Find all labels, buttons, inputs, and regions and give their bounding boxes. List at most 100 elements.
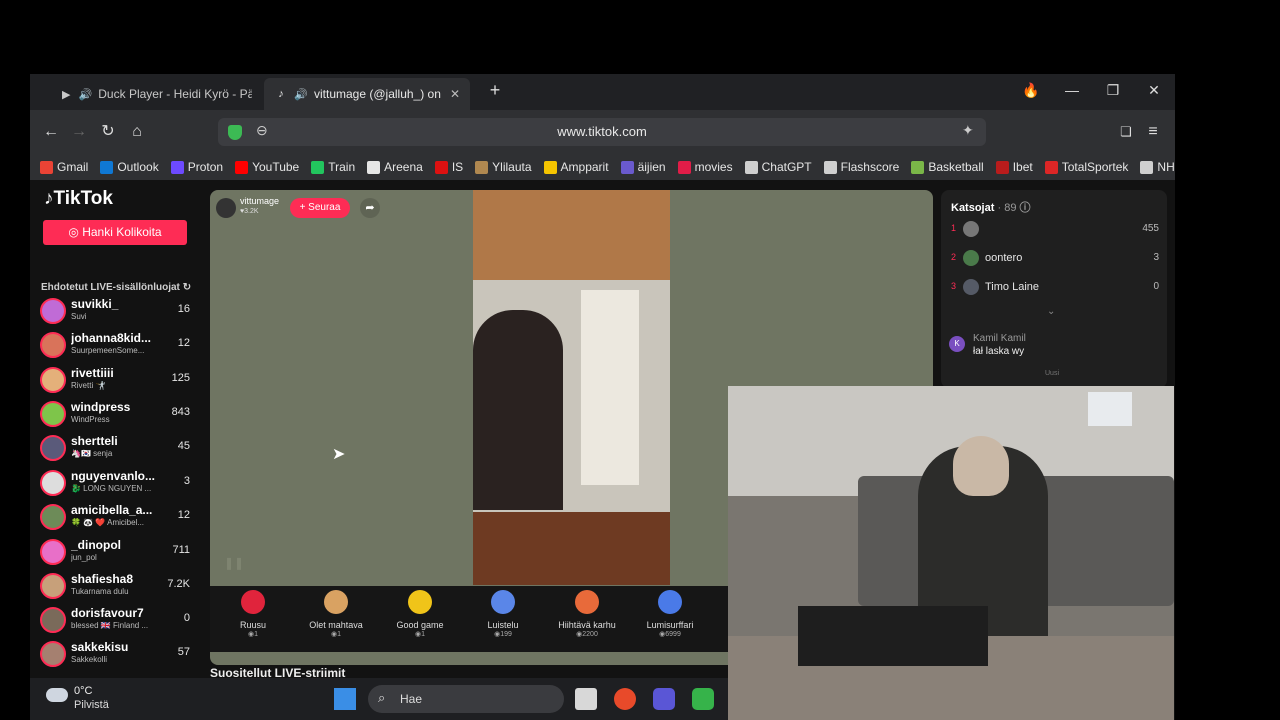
home-icon[interactable]: ⌂ [127,122,147,142]
close-tab-icon[interactable]: ✕ [450,87,460,101]
duck-player-icon: ▶ [62,88,71,101]
gift-item[interactable]: Hiihtävä karhu ◉2200 [547,590,627,638]
creator-item[interactable]: johanna8kid... SuurpemeenSome... 12 [38,329,194,361]
creator-item[interactable]: shertteli 🦄🇰🇷 senja 45 [38,432,194,464]
avatar [40,401,66,427]
creator-item[interactable]: rivettiiii Rivetti 🤺 125 [38,364,194,396]
back-button[interactable]: ← [41,122,61,142]
creator-item[interactable]: sakkekisu Sakkekolli 57 [38,638,194,670]
video-person [473,310,563,510]
bookmark-areena[interactable]: Areena [367,160,423,174]
creator-item[interactable]: dorisfavour7 blessed 🇬🇧 Finland ... 0 [38,604,194,636]
viewers-panel: Katsojat · 89 ⓘ 1 455 2 oontero 3 3 Timo Lai… [941,190,1167,388]
stats-app-icon[interactable] [692,688,714,710]
bookmark-ibet[interactable]: Ibet [995,160,1033,174]
bookmark-label: NHL [1157,160,1175,174]
viewer-name: oontero [985,252,1023,264]
webcam-face [953,436,1009,496]
areena-icon [367,160,381,174]
bookmark-proton[interactable]: Proton [170,160,223,174]
ski-bear-icon [575,590,599,614]
chevron-down-icon[interactable]: ⌄ [1047,306,1055,317]
tiktok-logo[interactable]: ♪TikTok [44,188,113,210]
close-window-button[interactable]: ✕ [1144,82,1164,99]
extensions-icon[interactable]: ❏ [1116,122,1136,142]
viewers-title-text: Katsojat [951,202,995,214]
share-icon[interactable]: ➦ [360,198,380,218]
gift-price: ◉2200 [576,631,598,638]
bookmark-basketball[interactable]: Basketball [911,160,984,174]
bookmark-youtube[interactable]: YouTube [235,160,299,174]
ai-chat-icon[interactable]: ✦ [962,122,974,139]
url-text: www.tiktok.com [557,124,647,139]
bookmark-ylilauta[interactable]: Ylilauta [475,160,532,174]
outlook-icon [100,160,114,174]
bookmark-ampparit[interactable]: Ampparit [543,160,609,174]
gift-item[interactable]: Luistelu ◉199 [463,590,543,638]
bookmark-label: Ibet [1012,160,1033,174]
viewer-count: 843 [171,406,190,418]
file-explorer-icon[interactable] [575,688,597,710]
tab-tiktok-live[interactable]: ♪ 🔊 vittumage (@jalluh_) on LIV ✕ [264,78,470,110]
taskbar-search[interactable]: ⌕ Hae [368,685,564,713]
search-icon: ⌕ [378,690,386,705]
host-name[interactable]: vittumage [240,196,279,206]
viewer-row[interactable]: 2 oontero 3 [951,248,1159,268]
bookmark-label: TotalSportek [1061,160,1129,174]
chrome-icon[interactable] [614,688,636,710]
obs-icon[interactable] [653,688,675,710]
gift-item[interactable]: Ruusu ◉1 [213,590,293,638]
bookmark-movies[interactable]: movies [677,160,733,174]
bookmark-outlook[interactable]: Outlook [100,160,159,174]
creator-item[interactable]: amicibella_a... 🍀 🐼 ❤️ Amicibel... 12 [38,501,194,533]
minimize-button[interactable]: — [1062,82,1082,98]
forward-button[interactable]: → [69,122,89,142]
creator-item[interactable]: shafiesha8 Tukarnama dulu 7.2K [38,570,194,602]
reload-button[interactable]: ↻ [98,122,118,142]
tab-duck-player[interactable]: ▶ 🔊 Duck Player - Heidi Kyrö - Päivä [50,78,262,110]
bookmark-gmail[interactable]: Gmail [40,160,88,174]
menu-icon[interactable]: ≡ [1143,122,1163,142]
viewer-row[interactable]: 1 455 [951,219,1159,239]
viewer-name: Timo Laine [985,281,1040,293]
fire-icon[interactable]: 🔥 [1021,82,1041,99]
creator-name: nguyenvanlo... [71,469,156,483]
viewer-rank: 3 [951,281,957,291]
bookmark-label: Ylilauta [492,160,532,174]
chat-username[interactable]: Kamil Kamil [973,333,1026,344]
bookmark-aijien[interactable]: äijien [620,160,666,174]
refresh-icon[interactable]: ↻ [183,282,191,293]
creator-item[interactable]: nguyenvanlo... 🐉 LONG NGUYEN ... 3 [38,467,194,499]
gift-price: ◉1 [330,631,341,638]
creator-item[interactable]: _dinopol jun_pol 711 [38,536,194,568]
weather-text: Pilvistä [74,699,109,711]
creator-item[interactable]: windpress WindPress 843 [38,398,194,430]
new-tab-button[interactable]: + [485,80,505,101]
bookmark-nhl[interactable]: NHL [1140,160,1175,174]
bookmark-is[interactable]: IS [434,160,463,174]
bookmark-chatgpt[interactable]: ChatGPT [744,160,812,174]
gift-item[interactable]: Olet mahtava ◉1 [296,590,376,638]
restore-button[interactable]: ❐ [1103,82,1123,99]
viewer-count: 16 [177,303,190,315]
viewer-count: 125 [171,372,190,384]
bookmark-totalsportek[interactable]: TotalSportek [1044,160,1129,174]
taskbar: 0°C Pilvistä ⌕ Hae [30,678,730,720]
get-coins-button[interactable]: ◎ Hanki Kolikoita [43,220,187,245]
host-avatar[interactable] [216,198,236,218]
follow-button[interactable]: + Seuraa [290,198,350,218]
bookmark-train[interactable]: Train [311,160,355,174]
viewer-row[interactable]: 3 Timo Laine 0 [951,277,1159,297]
windows-start-icon[interactable] [334,688,356,710]
new-messages-label[interactable]: Uusi [1045,370,1059,377]
gift-label: Olet mahtava [309,620,363,630]
bookmark-flashscore[interactable]: Flashscore [823,160,899,174]
gift-item[interactable]: Lumisurffari ◉6999 [630,590,710,638]
pause-icon[interactable]: ❚❚ [224,556,244,570]
live-video[interactable] [473,190,670,585]
help-icon[interactable]: ⓘ [1020,202,1031,214]
address-bar[interactable]: ⊖ www.tiktok.com ✦ [218,118,986,146]
creator-item[interactable]: suvikki_ Suvi 16 [38,295,194,327]
cloud-icon [46,688,68,702]
gift-item[interactable]: Good game ◉1 [380,590,460,638]
